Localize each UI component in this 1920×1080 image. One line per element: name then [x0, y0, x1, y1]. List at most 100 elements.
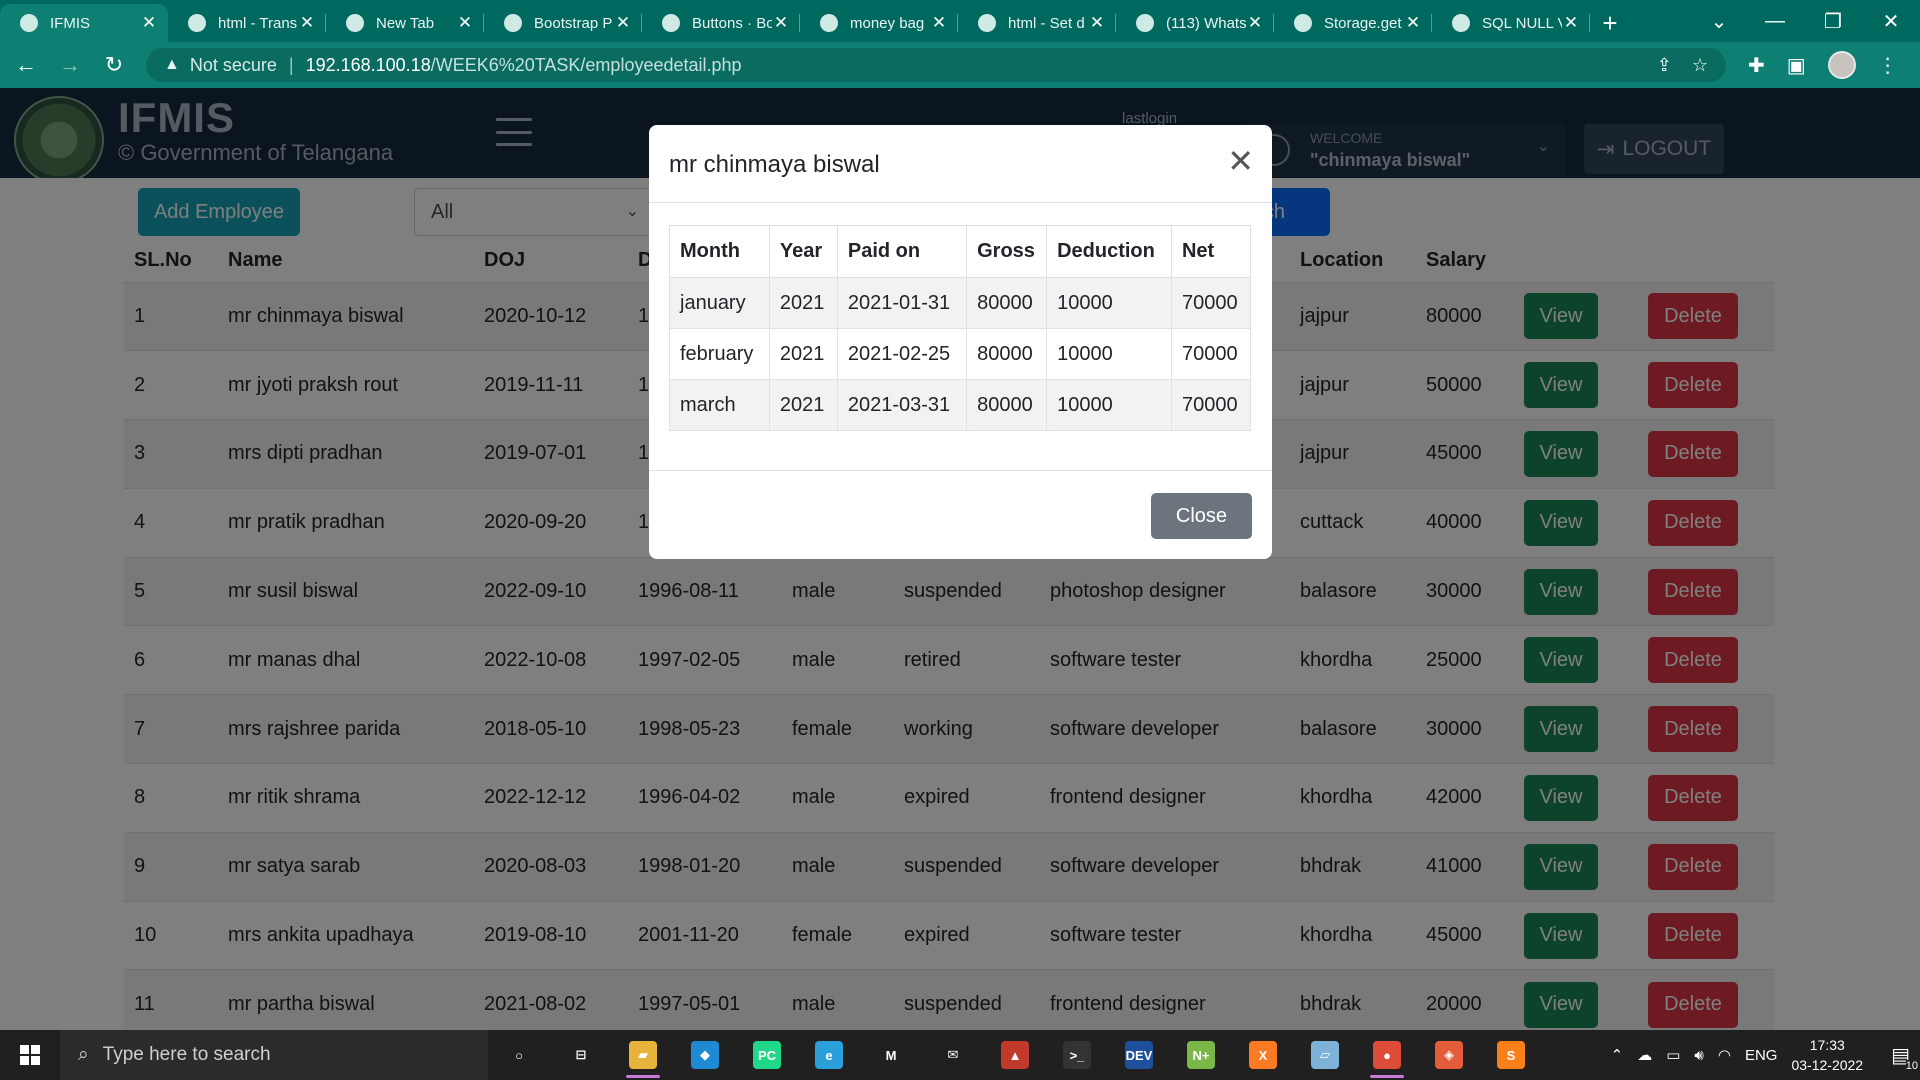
edge-taskbar-button[interactable]: e	[798, 1030, 860, 1080]
profile-avatar[interactable]	[1827, 51, 1856, 79]
close-tab-icon[interactable]: ✕	[140, 13, 158, 33]
address-bar[interactable]: ▲ Not secure | 192.168.100.18/WEEK6%20TA…	[146, 48, 1726, 82]
back-icon[interactable]: ←	[8, 47, 44, 83]
google-favicon-icon	[820, 14, 838, 32]
task-view-taskbar-button[interactable]: ○	[488, 1030, 550, 1080]
chrome-favicon-icon	[346, 14, 364, 32]
folder-tool-taskbar-button[interactable]: ▱	[1294, 1030, 1356, 1080]
close-tab-icon[interactable]: ✕	[1246, 13, 1264, 33]
xampp-taskbar-button[interactable]: X	[1232, 1030, 1294, 1080]
network-icon[interactable]: ☁	[1637, 1046, 1652, 1064]
widgets-taskbar-button[interactable]: ⊟	[550, 1030, 612, 1080]
chrome-icon: ●	[1373, 1041, 1401, 1069]
taskbar-apps: ○ ⊟ ▰ ◆ PC e M ✉ ▲ >_ DEV N+ X ▱ ● ◈ S	[488, 1030, 1542, 1080]
browser-tab[interactable]: money bag ✕	[800, 4, 958, 42]
mathstudio-icon: M	[877, 1041, 905, 1069]
salary-cell: 10000	[1046, 328, 1172, 380]
close-tab-icon[interactable]: ✕	[772, 13, 790, 33]
salary-cell: 10000	[1046, 379, 1172, 431]
vscode-taskbar-button[interactable]: ◆	[674, 1030, 736, 1080]
browser-tab[interactable]: html - Set d ✕	[958, 4, 1116, 42]
taskbar-search-placeholder: Type here to search	[102, 1044, 271, 1065]
forward-icon[interactable]: →	[52, 47, 88, 83]
clock-time: 17:33	[1809, 1037, 1845, 1053]
new-tab-icon[interactable]: +	[1590, 4, 1630, 42]
salary-table: Month Year Paid on Gross Deduction Net januar…	[669, 225, 1252, 431]
salary-cell: 2021	[768, 328, 838, 380]
browser-toolbar: ← → ↻ ▲ Not secure | 192.168.100.18/WEEK…	[0, 42, 1920, 88]
notepad-plus-icon: N+	[1187, 1041, 1215, 1069]
restore-icon[interactable]: ❐	[1810, 0, 1856, 42]
salary-cell: 70000	[1170, 328, 1252, 380]
sublime-taskbar-button[interactable]: S	[1480, 1030, 1542, 1080]
wifi-icon[interactable]: ◠	[1718, 1046, 1731, 1064]
salary-cell: 80000	[966, 328, 1048, 380]
salary-cell: 70000	[1170, 379, 1252, 431]
tab-search-icon[interactable]: ⌄	[1696, 0, 1742, 42]
close-tab-icon[interactable]: ✕	[1404, 13, 1422, 33]
menu-kebab-icon[interactable]: ⋮	[1878, 53, 1898, 78]
security-label: Not secure	[189, 54, 277, 75]
search-icon: ⌕	[78, 1044, 89, 1065]
browser-tab[interactable]: IFMIS ✕	[0, 4, 168, 42]
tab-title: New Tab	[376, 14, 435, 32]
volume-icon[interactable]: 🔊︎	[1694, 1047, 1703, 1064]
taskbar-search[interactable]: ⌕ Type here to search	[60, 1030, 488, 1080]
browser-tabstrip: IFMIS ✕ html - Trans ✕ New Tab ✕ Bootstrap P ✕ B…	[0, 0, 1920, 42]
share-icon[interactable]: ⇪	[1657, 55, 1672, 76]
extensions-icon[interactable]: ✚	[1748, 53, 1765, 78]
terminal-icon: >_	[1063, 1041, 1091, 1069]
game-taskbar-button[interactable]: ▲	[984, 1030, 1046, 1080]
mathstudio-taskbar-button[interactable]: M	[860, 1030, 922, 1080]
browser-tab[interactable]: Storage.get ✕	[1274, 4, 1432, 42]
mdn-favicon-icon	[504, 14, 522, 32]
browser-tab[interactable]: Buttons · Bo ✕	[642, 4, 800, 42]
browser-tab[interactable]: (113) Whats ✕	[1116, 4, 1274, 42]
stackoverflow-favicon-icon	[188, 14, 206, 32]
task-view-icon: ○	[505, 1041, 533, 1069]
windows-taskbar: ⌕ Type here to search ○ ⊟ ▰ ◆ PC e M ✉ ▲ >_ DEV N+ X…	[0, 1030, 1920, 1080]
notification-icon[interactable]: ▤ 10	[1891, 1043, 1918, 1072]
tab-title: IFMIS	[50, 14, 90, 32]
terminal-taskbar-button[interactable]: >_	[1046, 1030, 1108, 1080]
browser-tab[interactable]: Bootstrap P ✕	[484, 4, 642, 42]
url-host: 192.168.100.18	[305, 54, 431, 75]
salary-cell: 2021	[768, 379, 838, 431]
mail-taskbar-button[interactable]: ✉	[922, 1030, 984, 1080]
chrome-taskbar-button[interactable]: ●	[1356, 1030, 1418, 1080]
browser-tab[interactable]: New Tab ✕	[326, 4, 484, 42]
side-panel-icon[interactable]: ▣	[1787, 53, 1806, 78]
bookmark-star-icon[interactable]: ☆	[1692, 55, 1708, 76]
battery-icon[interactable]: ▭	[1666, 1046, 1680, 1064]
start-button[interactable]	[0, 1030, 60, 1080]
chevron-up-icon[interactable]: ⌃	[1611, 1046, 1624, 1064]
browser-tab[interactable]: SQL NULL V ✕	[1432, 4, 1590, 42]
pycharm-taskbar-button[interactable]: PC	[736, 1030, 798, 1080]
file-explorer-taskbar-button[interactable]: ▰	[612, 1030, 674, 1080]
bootstrap-favicon-icon	[662, 14, 680, 32]
warning-icon: ▲	[164, 56, 180, 73]
close-button[interactable]: Close	[1151, 493, 1252, 539]
xampp-icon: X	[1249, 1041, 1277, 1069]
close-tab-icon[interactable]: ✕	[1088, 13, 1106, 33]
salary-column-header: Deduction	[1046, 225, 1172, 278]
clock[interactable]: 17:33 03-12-2022	[1791, 1035, 1863, 1075]
tab-separator	[1589, 14, 1590, 32]
reload-icon[interactable]: ↻	[96, 47, 132, 83]
close-tab-icon[interactable]: ✕	[1562, 13, 1580, 33]
dev-tool-taskbar-button[interactable]: DEV	[1108, 1030, 1170, 1080]
salary-row: march 2021 2021-03-31 80000 10000 70000	[669, 379, 1252, 431]
browser-tab[interactable]: html - Trans ✕	[168, 4, 326, 42]
close-tab-icon[interactable]: ✕	[298, 13, 316, 33]
close-tab-icon[interactable]: ✕	[930, 13, 948, 33]
tab-title: money bag	[850, 14, 925, 32]
notepad-plus-taskbar-button[interactable]: N+	[1170, 1030, 1232, 1080]
close-tab-icon[interactable]: ✕	[456, 13, 474, 33]
git-tool-taskbar-button[interactable]: ◈	[1418, 1030, 1480, 1080]
close-icon[interactable]: ✕	[1227, 145, 1254, 177]
close-tab-icon[interactable]: ✕	[614, 13, 632, 33]
w3schools-favicon-icon	[1452, 14, 1470, 32]
minimize-icon[interactable]: —	[1752, 0, 1798, 42]
language-indicator[interactable]: ENG	[1745, 1047, 1778, 1064]
window-close-icon[interactable]: ✕	[1868, 0, 1914, 42]
